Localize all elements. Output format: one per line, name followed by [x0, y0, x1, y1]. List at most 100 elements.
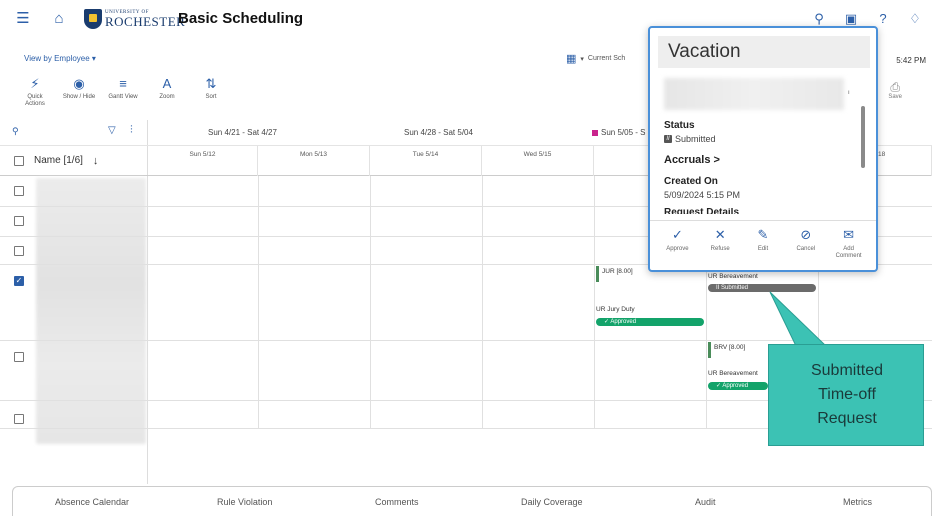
- toolbar: ⚡ Quick Actions ◉ Show / Hide ≡ Gantt Vi…: [18, 76, 228, 108]
- help-icon[interactable]: ?: [874, 10, 892, 28]
- approved-badge[interactable]: ✓ Approved: [708, 382, 768, 390]
- row-checkbox[interactable]: [14, 414, 24, 424]
- sort-button[interactable]: ⇅ Sort: [194, 76, 228, 108]
- gantt-view-button[interactable]: ≡ Gantt View: [106, 76, 140, 108]
- tool-label: Gantt View: [108, 94, 138, 100]
- name-column-header[interactable]: Name [1/6] ↓: [0, 146, 148, 176]
- home-icon[interactable]: ⌂: [50, 10, 68, 28]
- gantt-icon: ≡: [119, 76, 127, 91]
- event-type[interactable]: UR Bereavement: [708, 273, 758, 280]
- lightning-icon: ⚡: [30, 76, 40, 91]
- tool-label: Sort: [205, 94, 217, 100]
- row-checkbox-checked[interactable]: ✓: [14, 276, 24, 286]
- event-marker: [708, 342, 711, 358]
- bell-icon[interactable]: ♢: [906, 10, 924, 28]
- employee-column: ⚲ ▽ ⫶ Name [1/6] ↓ ✓: [0, 120, 148, 484]
- name-header-label: Name [1/6]: [34, 155, 83, 166]
- pause-icon: II: [664, 135, 672, 143]
- callout-line: Request: [817, 410, 877, 427]
- calendar-icon: ▦: [566, 53, 577, 65]
- action-label: Cancel: [796, 246, 816, 252]
- zoom-button[interactable]: A Zoom: [150, 76, 184, 108]
- page-title: Basic Scheduling: [178, 10, 304, 27]
- sort-down-icon[interactable]: ↓: [93, 155, 99, 167]
- cancel-button[interactable]: ⊘ Cancel: [788, 227, 824, 270]
- tool-label: Quick Actions: [25, 94, 45, 108]
- save-icon: ⎙: [890, 80, 900, 94]
- zoom-text-icon: A: [162, 76, 172, 91]
- submitted-badge[interactable]: II Submitted: [708, 284, 816, 292]
- filter-icon[interactable]: ▽: [108, 125, 116, 136]
- x-icon: ✕: [714, 227, 726, 242]
- request-details-label: Request Details: [664, 208, 740, 214]
- tab-absence-calendar[interactable]: Absence Calendar: [55, 497, 129, 507]
- chevron-down-icon: ▾: [580, 55, 584, 63]
- status-value: II Submitted: [664, 134, 716, 144]
- created-label: Created On: [664, 176, 718, 187]
- action-label: Add Comment: [835, 246, 862, 260]
- action-label: Edit: [757, 246, 769, 252]
- tab-comments[interactable]: Comments: [375, 497, 419, 507]
- tool-label: Show / Hide: [62, 94, 96, 100]
- tab-audit[interactable]: Audit: [695, 497, 716, 507]
- callout-line: Time-off: [818, 386, 876, 403]
- popup-scrollbar[interactable]: [861, 106, 865, 168]
- event-type[interactable]: UR Jury Duty: [596, 306, 635, 313]
- schedule-selector[interactable]: ▦ ▾ Current Sch: [566, 52, 625, 65]
- tool-label: Save: [888, 94, 903, 100]
- refuse-button[interactable]: ✕ Refuse: [702, 227, 738, 270]
- redacted-employee: [664, 78, 844, 110]
- created-value: 5/09/2024 5:15 PM: [664, 190, 741, 200]
- schedule-label: Current Sch: [587, 55, 626, 62]
- add-comment-button[interactable]: ✉ Add Comment: [831, 227, 867, 270]
- hamburger-menu-icon[interactable]: ☰: [14, 10, 32, 28]
- accruals-link[interactable]: Accruals >: [664, 154, 720, 166]
- day-header: Mon 5/13: [258, 146, 370, 176]
- approved-badge[interactable]: ✓ Approved: [596, 318, 704, 326]
- view-by-dropdown[interactable]: View by Employee ▾: [24, 54, 96, 63]
- tab-rule-violation[interactable]: Rule Violation: [217, 497, 272, 507]
- popup-title: Vacation: [658, 36, 870, 68]
- quick-actions-button[interactable]: ⚡ Quick Actions: [18, 76, 52, 108]
- cancel-circle-icon: ⊘: [800, 227, 812, 242]
- tool-label: Zoom: [159, 94, 175, 100]
- event-hours[interactable]: BRV [8.00]: [714, 344, 745, 351]
- sort-icon: ⇅: [205, 76, 217, 91]
- week-label: Sun 4/28 - Sat 5/04: [404, 128, 473, 137]
- request-details-popup: Vacation ı Status II Submitted Accruals …: [648, 26, 878, 272]
- row-checkbox[interactable]: [14, 246, 24, 256]
- eye-icon: ◉: [73, 76, 85, 91]
- event-type[interactable]: UR Bereavement: [708, 370, 758, 377]
- tab-daily-coverage[interactable]: Daily Coverage: [521, 497, 583, 507]
- filter-row: ⚲ ▽ ⫶: [0, 120, 148, 146]
- status-label: Status: [664, 120, 695, 131]
- edit-button[interactable]: ✎ Edit: [745, 227, 781, 270]
- row-checkbox[interactable]: [14, 352, 24, 362]
- university-logo: University of ROCHESTER: [84, 8, 185, 30]
- redacted-employee-names: [36, 178, 146, 444]
- row-checkbox[interactable]: [14, 216, 24, 226]
- save-button[interactable]: ⎙ Save: [888, 80, 902, 100]
- day-header: Sun 5/12: [148, 146, 258, 176]
- approve-button[interactable]: ✓ Approve: [659, 227, 695, 270]
- add-comment-icon: ✉: [843, 227, 855, 242]
- logo-main-text: ROCHESTER: [105, 14, 186, 29]
- search-icon[interactable]: ⚲: [12, 126, 19, 137]
- event-hours[interactable]: JUR [8.00]: [602, 268, 633, 275]
- shield-icon: [84, 9, 102, 29]
- week-marker-icon: [592, 129, 598, 136]
- popup-actions: ✓ Approve ✕ Refuse ✎ Edit ⊘ Cancel ✉ Add…: [650, 220, 876, 270]
- more-icon[interactable]: ı: [848, 90, 850, 96]
- day-header: Wed 5/15: [482, 146, 594, 176]
- current-time: 5:42 PM: [896, 56, 926, 65]
- action-label: Approve: [666, 246, 689, 252]
- show-hide-button[interactable]: ◉ Show / Hide: [62, 76, 96, 108]
- bottom-tab-bar: Absence Calendar Rule Violation Comments…: [12, 486, 932, 516]
- week-label: Sun 4/21 - Sat 4/27: [208, 128, 277, 137]
- tab-metrics[interactable]: Metrics: [843, 497, 872, 507]
- day-header: Tue 5/14: [370, 146, 482, 176]
- select-all-checkbox[interactable]: [14, 155, 24, 166]
- column-split-icon[interactable]: ⫶: [130, 124, 133, 137]
- callout-line: Submitted: [810, 362, 884, 379]
- row-checkbox[interactable]: [14, 186, 24, 196]
